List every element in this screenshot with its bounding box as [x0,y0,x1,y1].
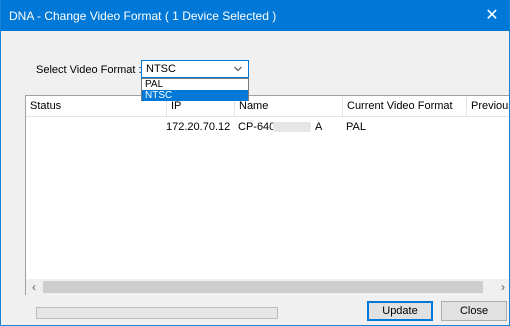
update-button[interactable]: Update [367,301,433,321]
close-icon[interactable]: ✕ [475,0,509,31]
device-list-header: Status IP Name Current Video Format Prev… [26,96,509,117]
video-format-label: Select Video Format : [36,64,142,76]
cell-ip: 172.20.70.12 [166,121,231,133]
scroll-right-icon[interactable]: › [495,279,509,295]
video-format-dropdown-list: PAL NTSC [141,78,249,101]
column-name[interactable]: Name [234,96,342,116]
cell-name-suffix: A [315,121,323,133]
table-row[interactable]: 172.20.70.12 CP-640 A PAL [26,120,509,134]
column-previous[interactable]: Previous [466,96,509,116]
video-format-select[interactable]: NTSC [141,60,249,78]
scroll-left-icon[interactable]: ‹ [26,279,42,295]
redacted-name-segment [273,122,311,132]
scrollbar-thumb[interactable] [43,281,483,293]
cell-current-video-format: PAL [346,121,366,133]
horizontal-scrollbar[interactable]: ‹ › [26,279,509,295]
column-current-video-format[interactable]: Current Video Format [342,96,466,116]
cell-name-prefix: CP-640 [238,121,276,133]
device-list[interactable]: Status IP Name Current Video Format Prev… [25,95,509,295]
option-pal[interactable]: PAL [142,79,248,90]
title-bar[interactable]: DNA - Change Video Format ( 1 Device Sel… [1,0,509,31]
progress-bar [36,307,278,319]
change-video-format-dialog: DNA - Change Video Format ( 1 Device Sel… [0,0,510,326]
chevron-down-icon [234,66,242,72]
video-format-selected-value: NTSC [146,63,176,75]
option-ntsc[interactable]: NTSC [142,90,248,101]
window-title: DNA - Change Video Format ( 1 Device Sel… [9,9,277,23]
close-button[interactable]: Close [441,301,507,321]
